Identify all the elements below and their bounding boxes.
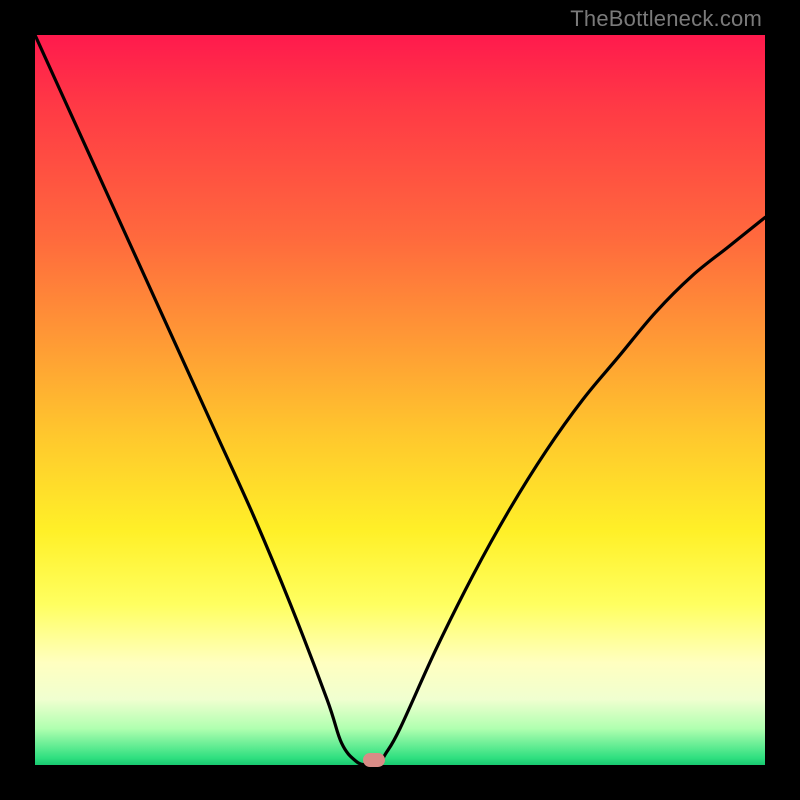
bottleneck-curve xyxy=(35,35,765,765)
optimal-point-marker xyxy=(363,753,385,767)
watermark-text: TheBottleneck.com xyxy=(570,6,762,32)
chart-frame: TheBottleneck.com xyxy=(0,0,800,800)
plot-area xyxy=(35,35,765,765)
